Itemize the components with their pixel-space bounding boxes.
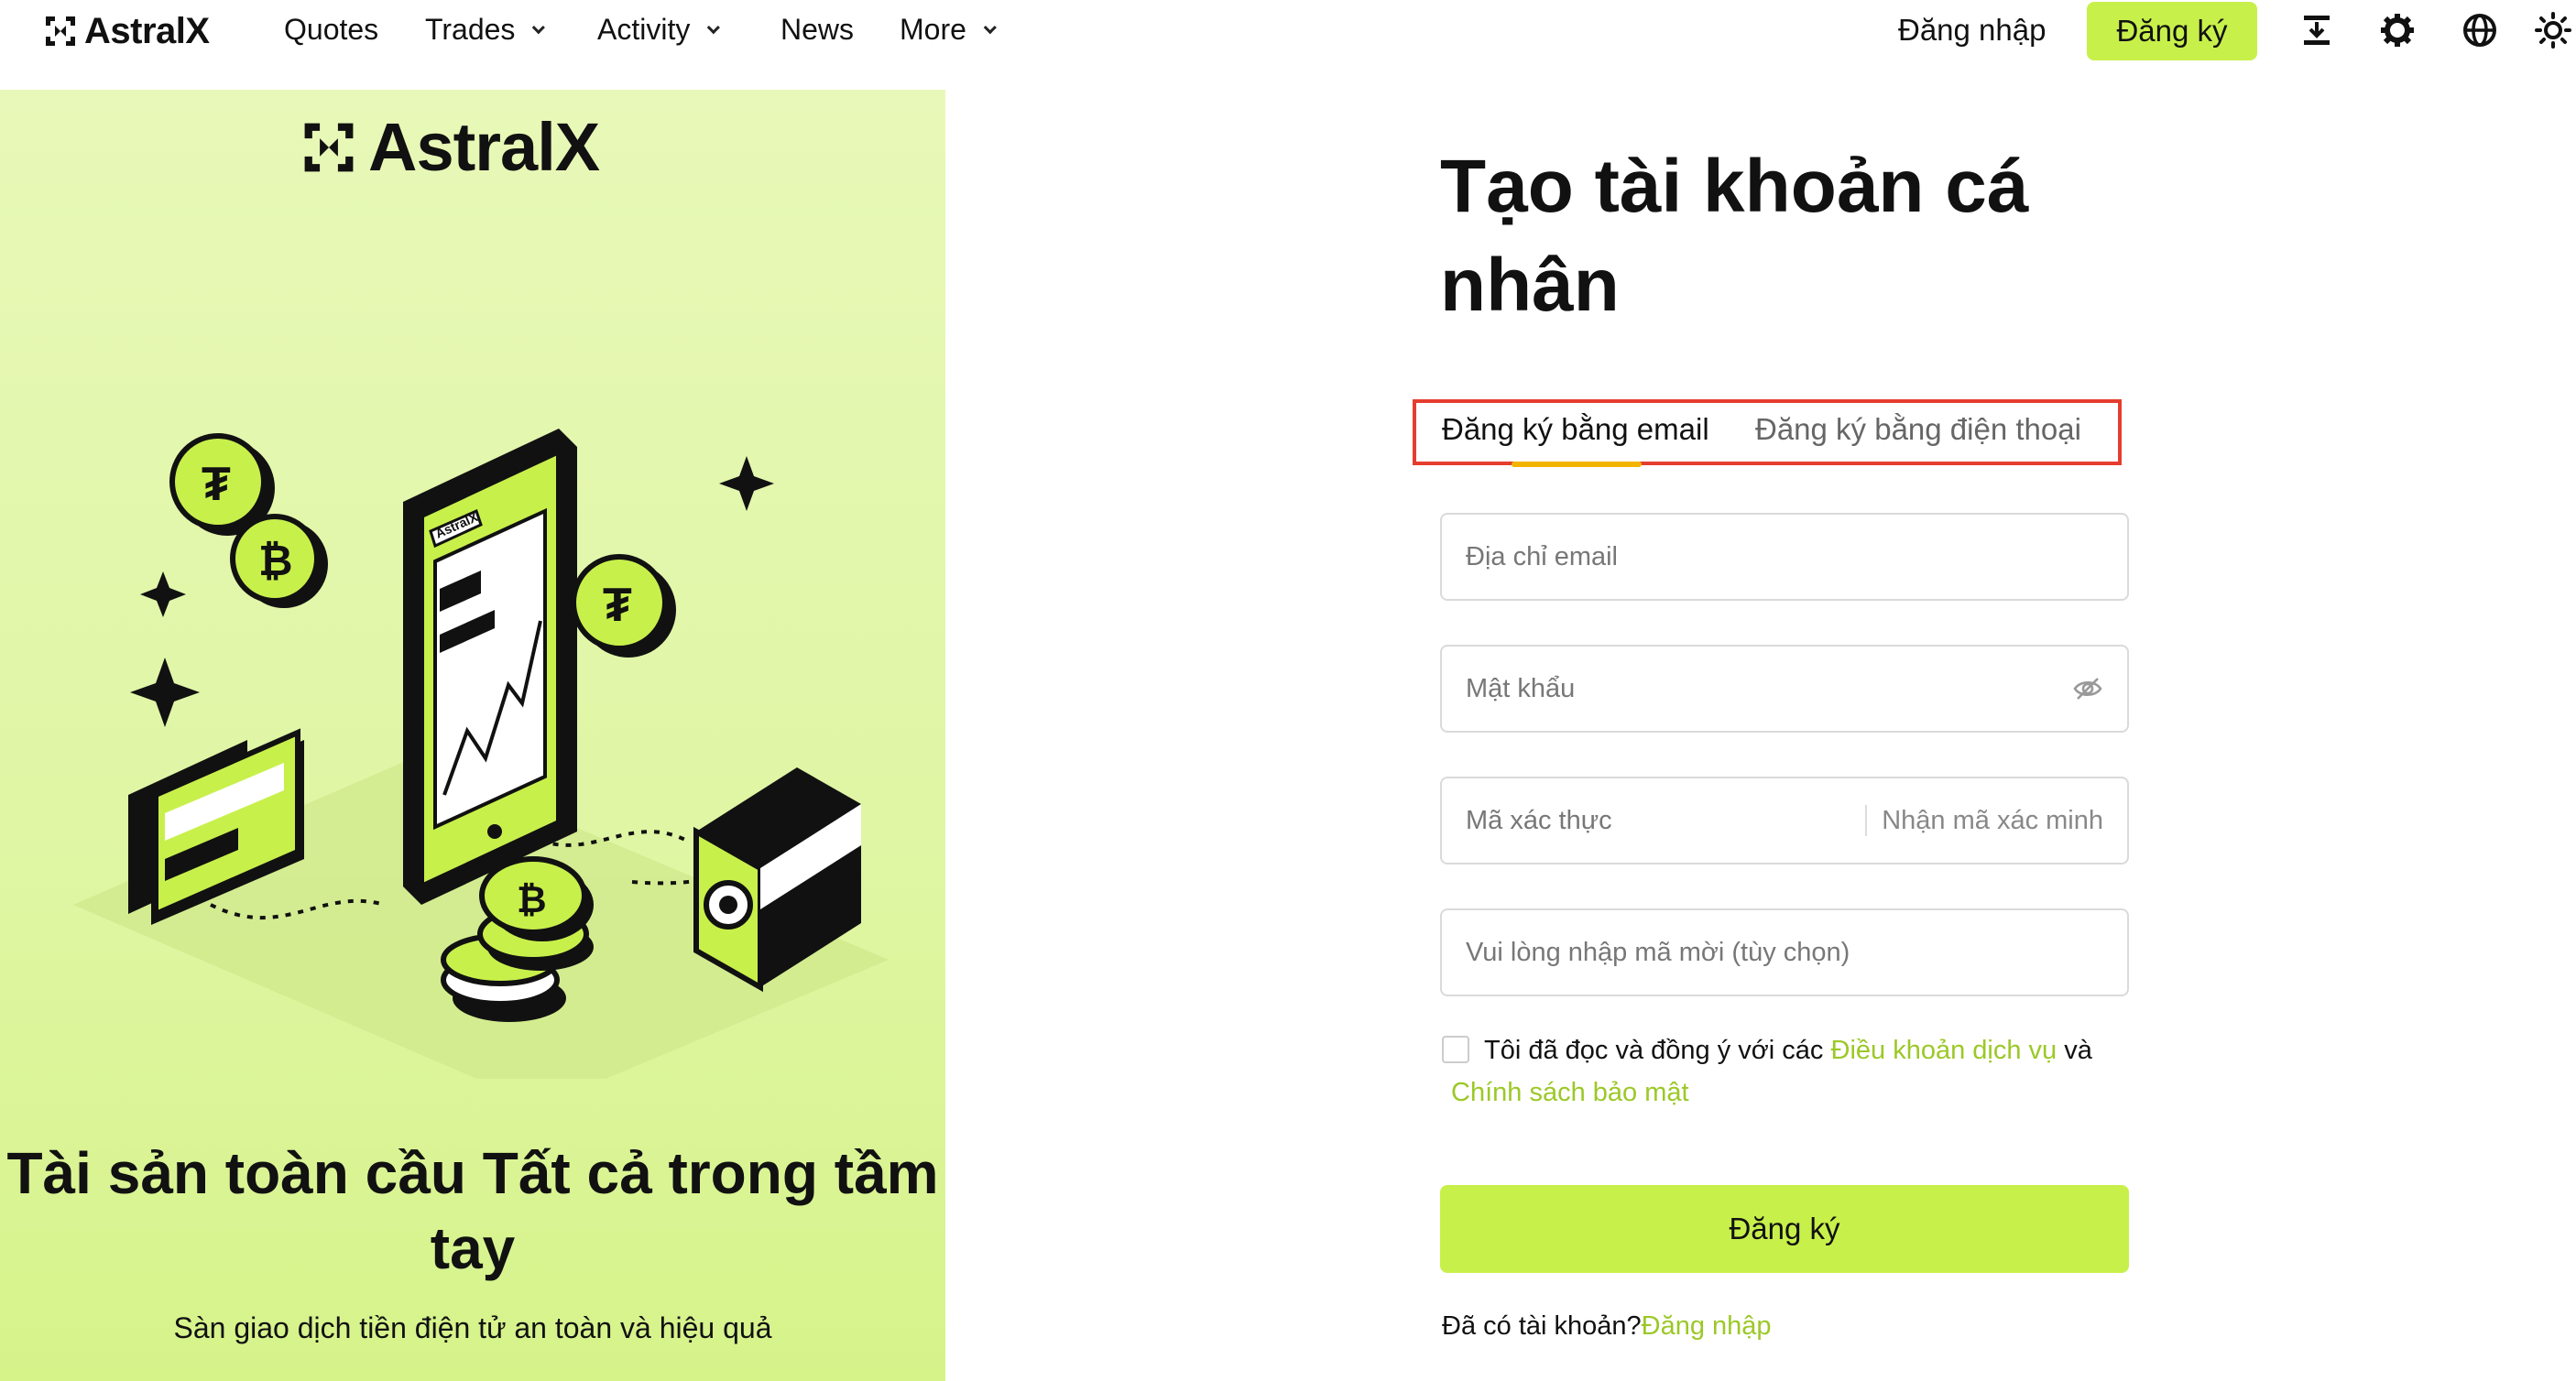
svg-text:₿: ₿	[258, 537, 293, 584]
field-divider	[1865, 805, 1868, 836]
tab-phone-signup[interactable]: Đăng ký bằng điện thoại	[1755, 412, 2081, 447]
password-field[interactable]	[1440, 645, 2129, 733]
privacy-policy-link[interactable]: Chính sách bảo mật	[1451, 1078, 1689, 1107]
tab-email-signup[interactable]: Đăng ký bằng email	[1442, 412, 1709, 447]
signup-submit-button[interactable]: Đăng ký	[1440, 1185, 2129, 1273]
svg-text:₮: ₮	[202, 458, 231, 511]
nav-trades[interactable]: Trades	[425, 13, 546, 47]
login-link[interactable]: Đăng nhập	[1642, 1311, 1772, 1341]
nav-login-link[interactable]: Đăng nhập	[1898, 13, 2046, 48]
panel-brand-logo: AstralX	[299, 108, 600, 186]
password-input[interactable]	[1466, 673, 2072, 704]
globe-icon[interactable]	[2461, 11, 2499, 49]
eye-hidden-icon[interactable]	[2072, 673, 2103, 704]
invite-code-input[interactable]	[1466, 937, 2103, 968]
sparkle-icon	[719, 456, 774, 511]
get-code-button[interactable]: Nhận mã xác minh	[1882, 806, 2103, 836]
sparkle-icon	[130, 658, 200, 727]
sun-icon[interactable]	[2534, 11, 2572, 49]
nav-quotes[interactable]: Quotes	[284, 13, 378, 47]
chevron-down-icon	[532, 20, 546, 34]
terms-agreement: Tôi đã đọc và đồng ý với các Điều khoản …	[1442, 1029, 2138, 1114]
promo-panel: AstralX AstralX ₮ ₿ ₮ ₿ Tài sản toàn cầu…	[0, 90, 945, 1381]
smartphone-icon: AstralX	[403, 429, 577, 905]
nav-quotes-label: Quotes	[284, 13, 379, 46]
agree-and-text: và	[2057, 1036, 2092, 1065]
nav-more-label: More	[900, 13, 966, 46]
sparkle-icon	[140, 571, 186, 617]
email-field[interactable]	[1440, 513, 2129, 601]
terms-checkbox[interactable]	[1442, 1036, 1469, 1063]
svg-text:₿: ₿	[517, 880, 547, 920]
hero-title: Tài sản toàn cầu Tất cả trong tầm tay	[6, 1140, 939, 1281]
nav-news-label: News	[780, 13, 855, 46]
astralx-logo-icon	[46, 16, 75, 46]
chevron-down-icon	[983, 20, 997, 34]
have-account-row: Đã có tài khoản?Đăng nhập	[1442, 1311, 1772, 1342]
nav-activity-label: Activity	[597, 13, 691, 46]
download-icon[interactable]	[2298, 11, 2336, 49]
top-nav: AstralX Quotes Trades Activity News More…	[0, 0, 2576, 88]
nav-news[interactable]: News	[780, 13, 854, 47]
terms-of-service-link[interactable]: Điều khoản dịch vụ	[1831, 1036, 2058, 1065]
nav-activity[interactable]: Activity	[597, 13, 721, 47]
brand-name: AstralX	[84, 10, 210, 51]
svg-text:₮: ₮	[603, 579, 632, 632]
verification-code-field[interactable]: Nhận mã xác minh	[1440, 777, 2129, 864]
bitcoin-coin-icon: ₿	[230, 514, 328, 608]
page-title: Tạo tài khoản cá nhân	[1440, 145, 2029, 327]
nav-trades-label: Trades	[425, 13, 516, 46]
chevron-down-icon	[707, 20, 721, 34]
verification-code-input[interactable]	[1466, 805, 1851, 836]
nav-signup-button[interactable]: Đăng ký	[2087, 2, 2257, 60]
brand-logo[interactable]: AstralX	[42, 11, 210, 51]
crypto-wallet-illustration: AstralX ₮ ₿ ₮ ₿	[73, 429, 889, 1079]
nav-more[interactable]: More	[900, 13, 997, 47]
active-tab-indicator	[1512, 462, 1642, 467]
astralx-logo-icon	[304, 123, 354, 171]
email-input[interactable]	[1466, 541, 2103, 572]
gear-icon[interactable]	[2378, 11, 2417, 49]
panel-brand-name: AstralX	[368, 109, 600, 185]
tether-coin-icon: ₮	[571, 554, 676, 658]
agree-prefix-text: Tôi đã đọc và đồng ý với các	[1484, 1036, 1831, 1065]
invite-code-field[interactable]	[1440, 908, 2129, 996]
have-account-text: Đã có tài khoản?	[1442, 1311, 1642, 1341]
hero-subtitle: Sàn giao dịch tiền điện tử an toàn và hi…	[173, 1311, 772, 1344]
